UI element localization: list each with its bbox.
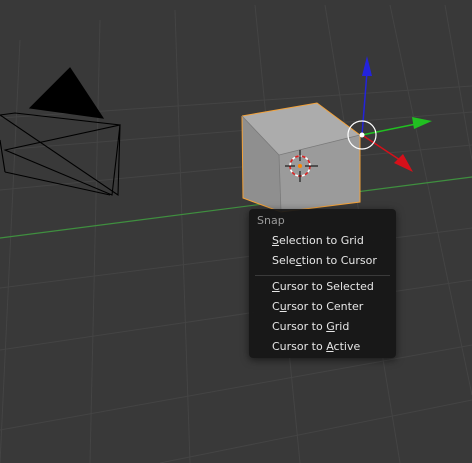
- menu-item-cursor-to-active[interactable]: Cursor to Active: [251, 337, 394, 356]
- menu-separator: [255, 275, 390, 276]
- menu-item-selection-to-cursor[interactable]: Selection to Cursor: [251, 251, 394, 270]
- menu-item-cursor-to-center[interactable]: Cursor to Center: [251, 297, 394, 316]
- snap-menu-title: Snap: [257, 214, 285, 227]
- 3d-viewport[interactable]: [0, 0, 472, 463]
- transform-manipulator-icon[interactable]: [347, 56, 432, 172]
- menu-item-cursor-to-selected[interactable]: Cursor to Selected: [251, 277, 394, 296]
- snap-menu: Snap Selection to Grid Selection to Curs…: [249, 209, 396, 358]
- menu-item-cursor-to-grid[interactable]: Cursor to Grid: [251, 317, 394, 336]
- cube-object[interactable]: [241, 102, 361, 213]
- menu-item-selection-to-grid[interactable]: Selection to Grid: [251, 231, 394, 250]
